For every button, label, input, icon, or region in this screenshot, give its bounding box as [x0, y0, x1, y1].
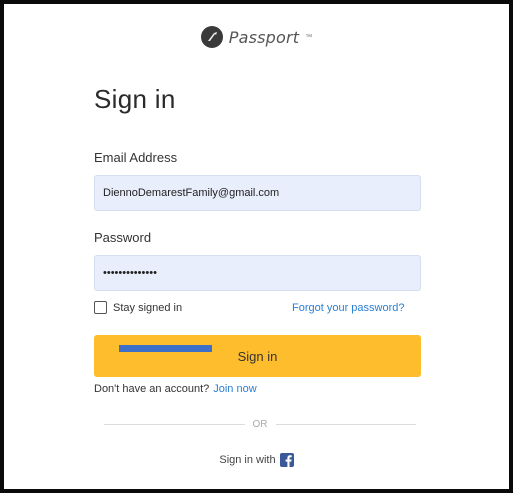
forgot-password-link[interactable]: Forgot your password? [292, 302, 405, 314]
or-divider: OR [104, 419, 416, 430]
brand-logo: Passport ™ [4, 26, 509, 48]
password-label: Password [94, 230, 152, 245]
facebook-icon[interactable] [279, 453, 294, 467]
signup-prompt: Don't have an account? Join now [94, 383, 257, 395]
social-sign-in[interactable]: Sign in with [4, 453, 509, 467]
password-field[interactable] [94, 255, 421, 291]
redaction-bar [119, 345, 212, 352]
brand-trademark: ™ [305, 33, 313, 41]
divider-line-left [104, 424, 245, 425]
divider-line-right [275, 424, 416, 425]
stay-signed-in-checkbox[interactable] [94, 301, 107, 314]
sign-in-window: Passport ™ Sign in Email Address Password… [0, 0, 513, 493]
stay-signed-in-row[interactable]: Stay signed in [94, 301, 182, 314]
stay-signed-in-label: Stay signed in [113, 301, 183, 314]
social-sign-in-label: Sign in with [219, 454, 276, 466]
join-now-link[interactable]: Join now [213, 383, 256, 395]
page-title: Sign in [94, 84, 176, 114]
email-label: Email Address [94, 150, 178, 165]
brand-name: Passport [228, 27, 300, 47]
or-divider-text: OR [252, 419, 268, 430]
email-field[interactable] [94, 175, 421, 211]
signup-prompt-text: Don't have an account? [94, 383, 210, 395]
sign-in-button-label: Sign in [237, 348, 278, 364]
passport-logo-icon [200, 26, 223, 48]
sign-in-button[interactable]: Sign in [94, 335, 421, 377]
